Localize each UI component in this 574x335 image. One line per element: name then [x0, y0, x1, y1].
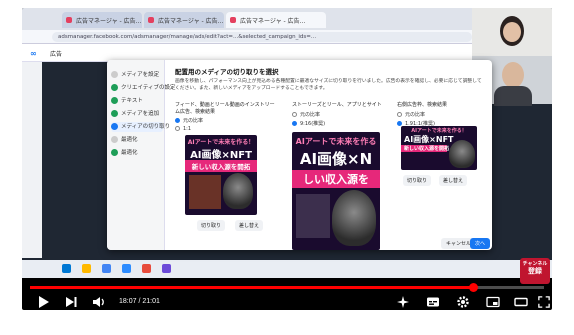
radio-icon	[397, 111, 402, 117]
replace-button[interactable]: 差し替え	[439, 175, 468, 186]
current-step-icon	[111, 123, 118, 130]
creative-preview-wide: AIアートで未来を作る！ AI画像×NFT 新しい収入源を開拓	[401, 126, 477, 170]
ratio-option[interactable]: 1:1	[175, 126, 275, 132]
step-status-icon	[111, 136, 118, 143]
placement-column-feed: フィード、動画とリール動画のインストリーム広告、検索結果 元の比率 1:1	[175, 102, 275, 132]
dialog-sidebar: メディアを設定 クリエイティブの設定 テキスト メディアを追加 メディアの切り取…	[107, 60, 176, 250]
creative-preview-square: AIアートで未来を作る！ AI画像×NFT 新しい収入源を開拓	[185, 135, 257, 215]
browser-tab[interactable]: 広告マネージャ - 広告...	[144, 12, 224, 28]
fullscreen-icon[interactable]	[538, 295, 550, 309]
check-icon	[111, 84, 118, 91]
creative-headline: AIアートで未来を作る！	[411, 128, 467, 134]
ratio-option[interactable]: 元の比率	[397, 111, 487, 118]
creative-text-block	[189, 175, 221, 209]
subscribe-badge[interactable]: チャンネル 登録	[520, 258, 550, 284]
crop-button[interactable]: 切り取り	[403, 175, 432, 186]
step-item[interactable]: 最適化	[111, 148, 163, 158]
check-icon	[111, 110, 118, 117]
ratio-option[interactable]: 元の比率	[292, 111, 382, 118]
video-frame[interactable]: 広告マネージャ - 広告... 広告マネージャ - 広告... 広告マネージャ …	[22, 8, 552, 284]
left-nav-rail	[22, 62, 42, 258]
radio-icon	[292, 111, 297, 117]
creative-subtext: しい収入源を	[292, 170, 380, 188]
person-face	[502, 62, 524, 88]
replace-button[interactable]: 差し替え	[235, 220, 264, 231]
progress-fill	[30, 286, 474, 289]
radio-icon	[175, 118, 180, 123]
chrome-icon[interactable]	[102, 264, 111, 273]
tab-label: 広告マネージャ - 広告...	[76, 18, 142, 25]
theater-mode-icon[interactable]	[514, 295, 528, 309]
miniplayer-icon[interactable]	[486, 295, 500, 309]
creative-main-text: AI画像×N	[299, 150, 373, 168]
placement-heading: 右側広告枠、検索結果	[397, 102, 448, 108]
lion-image	[223, 173, 253, 209]
scrubber-handle[interactable]	[468, 283, 478, 292]
lion-image	[332, 190, 376, 246]
app-icon[interactable]	[142, 264, 151, 273]
step-item[interactable]: 最適化	[111, 135, 163, 145]
folder-icon[interactable]	[82, 264, 91, 273]
crop-button[interactable]: 切り取り	[197, 220, 226, 231]
app-icon[interactable]	[162, 264, 171, 273]
badge-line: 登録	[528, 267, 542, 275]
placement-column-stories: ストーリーズとリール、アプリとサイト 元の比率 9:16(推奨)	[292, 102, 382, 127]
next-video-icon[interactable]	[64, 295, 78, 309]
check-icon	[111, 149, 118, 156]
placement-column-right: 右側広告枠、検索結果 元の比率 1.91:1(推奨)	[397, 102, 487, 127]
sparkle-icon[interactable]	[396, 295, 410, 309]
zoom-icon[interactable]	[122, 264, 131, 273]
browser-tab-active[interactable]: 広告マネージャ - 広告...	[226, 12, 326, 28]
creative-subtext: 新しい収入源を開拓	[401, 145, 449, 152]
browser-tab[interactable]: 広告マネージャ - 広告...	[62, 12, 142, 28]
progress-bar[interactable]	[30, 283, 544, 292]
step-item[interactable]: メディアを追加	[111, 109, 163, 119]
person-body	[494, 86, 532, 106]
tab-label: 広告マネージャ - 広告...	[240, 18, 306, 25]
webcam-feed-1	[472, 8, 552, 58]
placement-heading: フィード、動画とリール動画のインストリーム広告、検索結果	[175, 102, 275, 115]
dialog-title: 配置用のメディアの切り取りを選択	[175, 68, 279, 76]
taskbar	[22, 260, 552, 278]
duration: 21:01	[142, 298, 160, 305]
ratio-option[interactable]: 元の比率	[175, 117, 275, 124]
creative-main-text: AI画像×NFT	[190, 150, 252, 161]
current-time: 18:07	[119, 298, 137, 305]
radio-icon	[292, 120, 297, 126]
next-button[interactable]: 次へ	[470, 238, 491, 249]
ads-manager-title: 広告	[50, 51, 63, 58]
dialog-description: 画像を移動し、パフォーマンス向上が見込める各種配置に最適なサイズに切り取りを行い…	[175, 79, 482, 91]
start-icon[interactable]	[62, 264, 71, 273]
step-item[interactable]: テキスト	[111, 96, 163, 106]
radio-icon	[175, 126, 180, 131]
person-face	[503, 22, 521, 42]
creative-text-block	[296, 194, 330, 238]
tab-label: 広告マネージャ - 広告...	[158, 18, 224, 25]
creative-headline: AIアートで未来を作る	[295, 137, 377, 146]
creative-headline: AIアートで未来を作る！	[187, 139, 255, 146]
time-display: 18:07 / 21:01	[119, 298, 160, 305]
video-player[interactable]: 広告マネージャ - 広告... 広告マネージャ - 広告... 広告マネージャ …	[22, 8, 552, 310]
step-status-icon	[111, 71, 118, 78]
creative-preview-vertical: AIアートで未来を作る AI画像×N しい収入源を	[292, 132, 380, 250]
lion-image	[449, 140, 475, 168]
ratio-option[interactable]: 9:16(推奨)	[292, 120, 382, 127]
creative-subtext: 新しい収入源を開拓	[185, 160, 257, 172]
check-icon	[111, 97, 118, 104]
step-item[interactable]: メディアを設定	[111, 70, 163, 80]
subtitles-icon[interactable]	[426, 295, 440, 309]
placement-heading: ストーリーズとリール、アプリとサイト	[292, 102, 382, 108]
step-item-active[interactable]: メディアの切り取り	[111, 122, 170, 132]
meta-logo-icon: ∞	[30, 49, 37, 58]
media-crop-dialog: メディアを設定 クリエイティブの設定 テキスト メディアを追加 メディアの切り取…	[107, 60, 492, 250]
play-icon[interactable]	[36, 295, 50, 309]
url-field[interactable]: adsmanager.facebook.com/adsmanager/manag…	[52, 32, 472, 42]
settings-gear-icon[interactable]	[456, 295, 470, 309]
volume-icon[interactable]	[92, 295, 106, 309]
step-item[interactable]: クリエイティブの設定	[111, 83, 176, 93]
radio-icon	[397, 120, 402, 126]
